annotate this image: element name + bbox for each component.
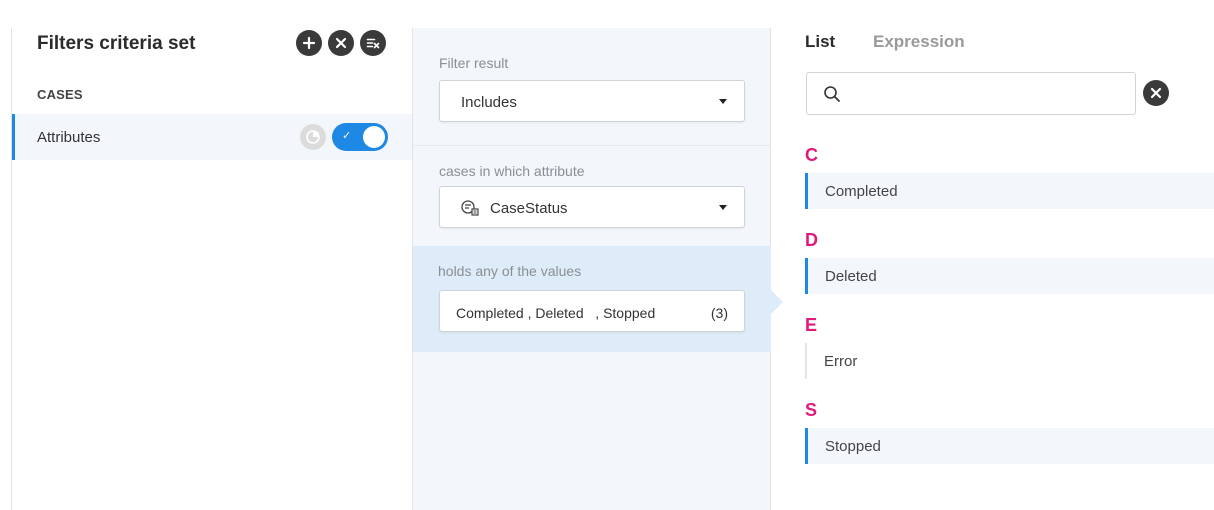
values-label: holds any of the values: [438, 263, 582, 279]
attribute-icon: [461, 200, 479, 216]
dropdown-caret-icon: [719, 99, 727, 104]
dropdown-caret-icon: [719, 205, 727, 210]
filter-result-select[interactable]: Includes: [439, 80, 745, 122]
filter-definition-panel: Filter result Includes cases in which at…: [413, 28, 783, 510]
list-item[interactable]: Stopped: [805, 428, 1214, 464]
list-item[interactable]: Deleted: [805, 258, 1214, 294]
filter-result-value: Includes: [461, 94, 517, 111]
group-letter-d: D: [805, 230, 818, 250]
filter-result-section: Filter result Includes: [413, 28, 771, 146]
pie-chart-icon: [306, 130, 320, 144]
pie-chart-button[interactable]: [300, 124, 326, 150]
filter-result-label: Filter result: [439, 55, 509, 71]
attributes-label: Attributes: [37, 129, 101, 146]
panel-title: Filters criteria set: [37, 33, 196, 54]
attributes-toggle[interactable]: ✓: [332, 123, 388, 151]
title-actions: [296, 30, 386, 56]
close-icon: [1150, 87, 1162, 99]
add-criteria-button[interactable]: [296, 30, 322, 56]
list-item-label: Deleted: [825, 268, 877, 285]
attribute-value: CaseStatus: [490, 200, 568, 217]
list-item-label: Error: [824, 353, 858, 370]
attribute-section: cases in which attribute CaseStatus: [413, 146, 771, 246]
group-letter-c: C: [805, 145, 818, 165]
list-item-label: Stopped: [825, 438, 881, 455]
check-icon: ✓: [342, 130, 352, 142]
list-item[interactable]: Completed: [805, 173, 1214, 209]
selected-values-count: (3): [710, 305, 728, 321]
group-letter-e: E: [805, 315, 818, 335]
search-input[interactable]: [851, 81, 1121, 107]
selected-values-text: Completed , Deleted , Stopped: [456, 305, 656, 321]
filters-panel: Filters criteria set CASES Attributes ✓: [11, 28, 413, 510]
clear-filter-icon: [366, 38, 380, 49]
values-section[interactable]: holds any of the values Completed , Dele…: [413, 246, 771, 352]
search-field[interactable]: [806, 72, 1136, 115]
close-icon: [335, 37, 347, 49]
attribute-label: cases in which attribute: [439, 163, 585, 179]
selection-pointer: [771, 290, 783, 314]
remove-criteria-button[interactable]: [328, 30, 354, 56]
clear-filters-button[interactable]: [360, 30, 386, 56]
tab-expression[interactable]: Expression: [873, 32, 965, 52]
sidebar-item-attributes[interactable]: Attributes ✓: [12, 114, 412, 160]
toggle-knob: [363, 126, 385, 148]
add-icon: [302, 36, 316, 50]
tab-list[interactable]: List: [805, 32, 835, 52]
attribute-select[interactable]: CaseStatus: [439, 186, 745, 228]
search-icon: [824, 86, 840, 102]
clear-search-button[interactable]: [1143, 80, 1169, 106]
list-item[interactable]: Error: [805, 343, 1214, 379]
list-item-label: Completed: [825, 183, 898, 200]
values-field[interactable]: Completed , Deleted , Stopped (3): [439, 290, 745, 332]
section-label-cases: CASES: [37, 87, 83, 102]
group-letter-s: S: [805, 400, 818, 420]
